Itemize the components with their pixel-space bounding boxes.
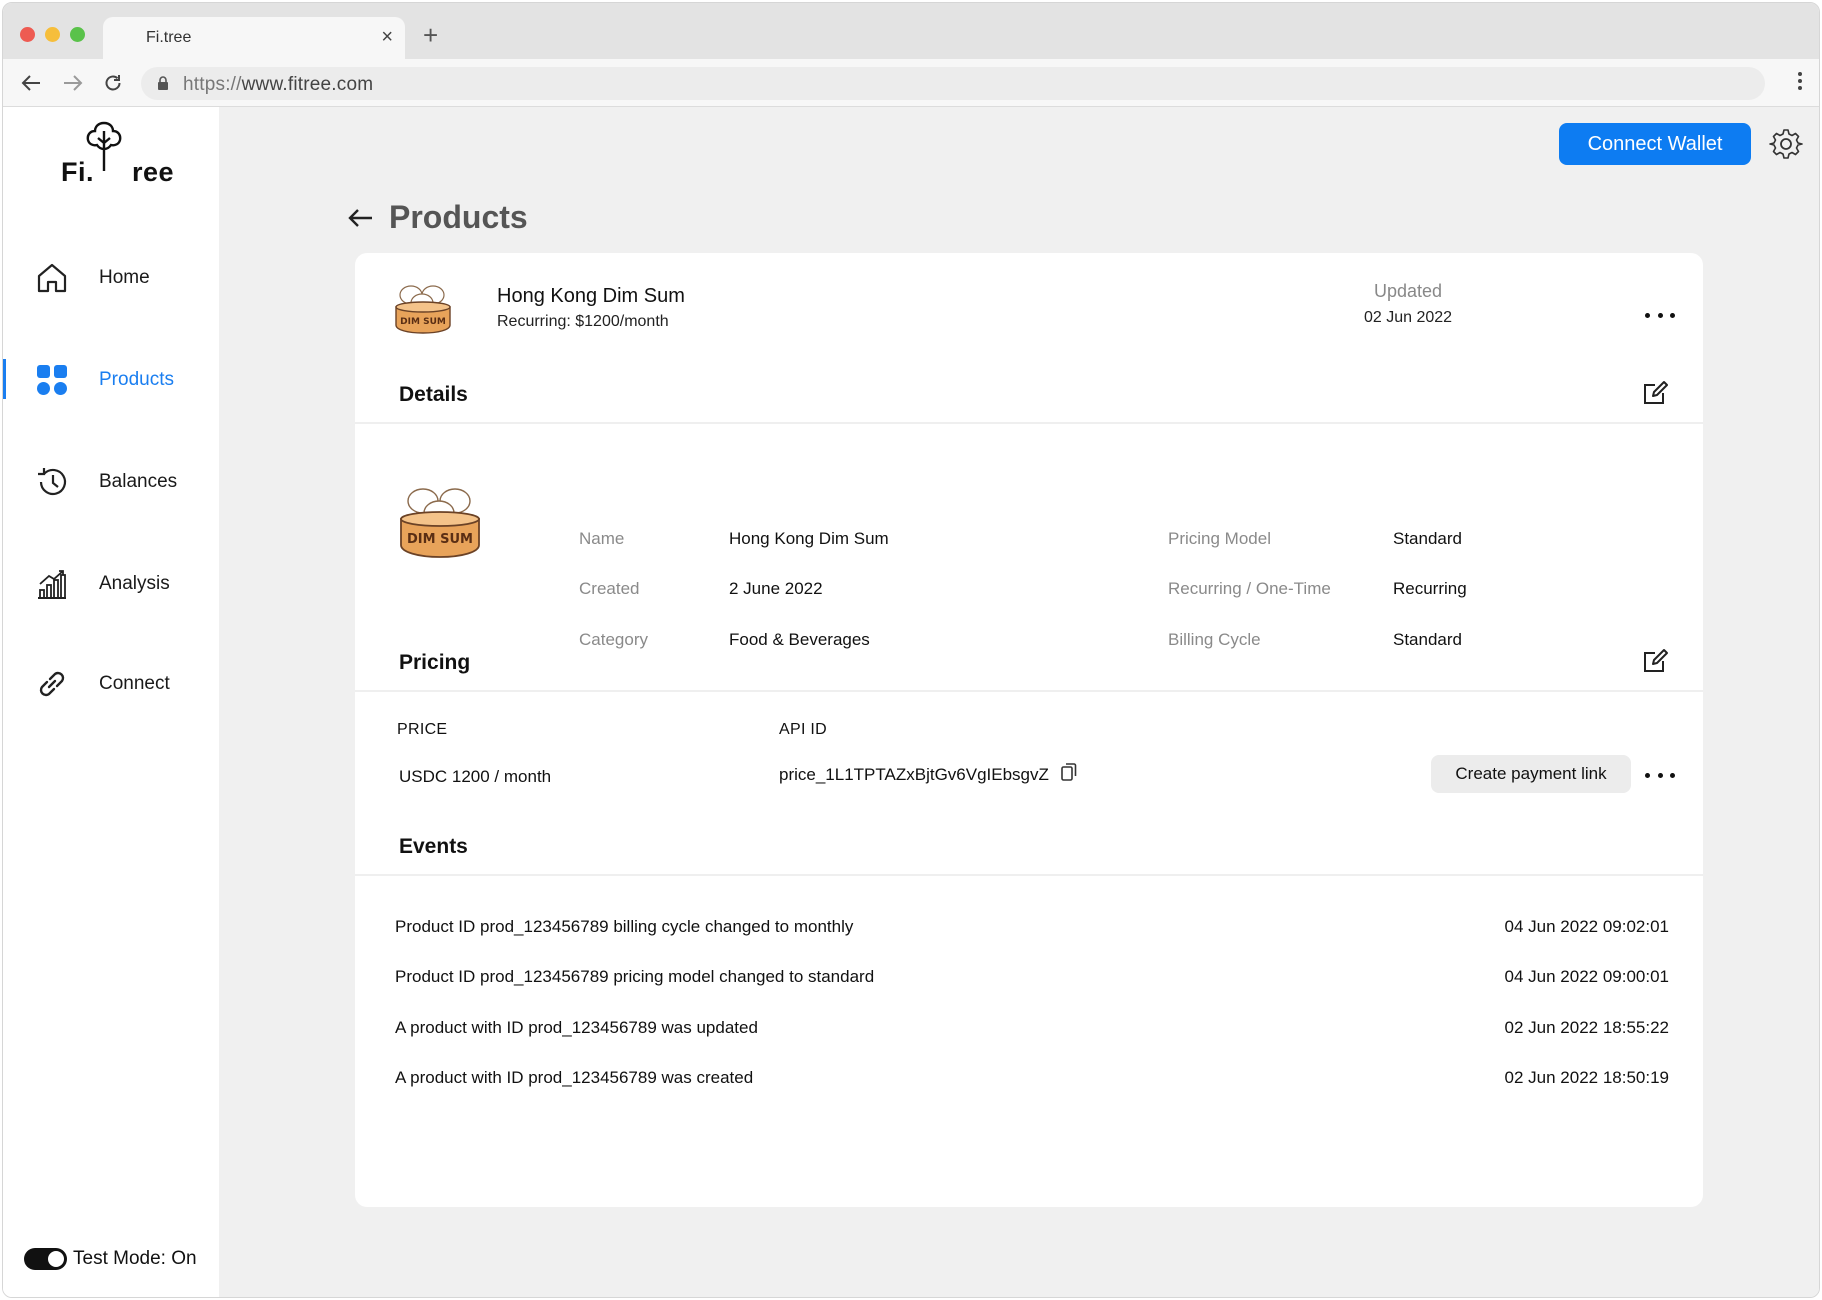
edit-details-icon[interactable] <box>1641 379 1669 407</box>
active-indicator <box>3 359 6 399</box>
sidebar-item-label: Products <box>99 369 174 390</box>
detail-value-pricing-model: Standard <box>1393 529 1462 548</box>
test-mode-label: Test Mode: On <box>73 1248 197 1269</box>
pricing-title: Pricing <box>399 651 471 674</box>
details-title: Details <box>399 383 468 406</box>
address-bar[interactable]: https://www.fitree.com <box>141 67 1765 100</box>
detail-label-category: Category <box>579 630 648 649</box>
event-text: A product with ID prod_123456789 was cre… <box>395 1068 754 1087</box>
edit-pricing-icon[interactable] <box>1641 647 1669 675</box>
events-title: Events <box>399 835 468 858</box>
new-tab-icon[interactable]: + <box>423 21 438 49</box>
forward-icon[interactable] <box>59 69 87 97</box>
copy-icon[interactable] <box>1059 761 1079 783</box>
minimize-window-button[interactable] <box>45 27 60 42</box>
sidebar-item-balances[interactable]: Balances <box>3 451 219 511</box>
svg-text:DIM SUM: DIM SUM <box>400 317 446 327</box>
close-window-button[interactable] <box>20 27 35 42</box>
bar-chart-icon <box>35 567 69 601</box>
product-card: DIM SUM Hong Kong Dim Sum Recurring: $12… <box>355 253 1703 1207</box>
browser-toolbar: https://www.fitree.com <box>3 59 1819 107</box>
create-payment-link-button[interactable]: Create payment link <box>1431 755 1631 793</box>
detail-label-pricing-model: Pricing Model <box>1168 529 1271 548</box>
reload-icon[interactable] <box>99 69 127 97</box>
event-text: A product with ID prod_123456789 was upd… <box>395 1018 758 1037</box>
history-icon <box>35 465 69 499</box>
event-time: 02 Jun 2022 18:50:19 <box>1504 1068 1669 1087</box>
sidebar-item-label: Connect <box>99 673 170 694</box>
product-name: Hong Kong Dim Sum <box>497 285 685 307</box>
url-text: https://www.fitree.com <box>183 74 374 95</box>
product-more-icon[interactable] <box>1645 305 1675 325</box>
sidebar-item-analysis[interactable]: Analysis <box>3 553 219 613</box>
grid-icon <box>35 363 69 397</box>
event-text: Product ID prod_123456789 billing cycle … <box>395 917 854 936</box>
price-more-icon[interactable] <box>1645 765 1675 785</box>
browser-menu-icon[interactable] <box>1797 71 1803 96</box>
event-time: 02 Jun 2022 18:55:22 <box>1504 1018 1669 1037</box>
detail-label-billing-cycle: Billing Cycle <box>1168 630 1261 649</box>
detail-value-name: Hong Kong Dim Sum <box>729 529 889 548</box>
detail-label-created: Created <box>579 579 640 598</box>
connect-wallet-button[interactable]: Connect Wallet <box>1559 123 1751 165</box>
back-icon[interactable] <box>17 69 45 97</box>
maximize-window-button[interactable] <box>70 27 85 42</box>
detail-label-recurring: Recurring / One-Time <box>1168 579 1331 598</box>
sidebar-item-label: Analysis <box>99 573 170 594</box>
event-text: Product ID prod_123456789 pricing model … <box>395 967 875 986</box>
api-id-value: price_1L1TPTAZxBjtGv6VgIEbsgvZ <box>779 765 1049 784</box>
tab-close-icon[interactable]: × <box>381 25 393 49</box>
browser-tab[interactable]: Fi.tree × <box>103 17 405 59</box>
sidebar-item-products[interactable]: Products <box>3 349 219 409</box>
tab-title: Fi.tree <box>146 29 192 46</box>
link-icon <box>35 667 69 701</box>
product-subtitle: Recurring: $1200/month <box>497 313 669 330</box>
price-column-header: PRICE <box>397 721 448 738</box>
sidebar-item-home[interactable]: Home <box>3 247 219 307</box>
app-area: Fi. ree Home Products Balances Analysis … <box>3 107 1819 1297</box>
browser-window: Fi.tree × + https://www.fitree.com Fi. r… <box>2 2 1820 1298</box>
updated-date: 02 Jun 2022 <box>1363 309 1453 326</box>
pricing-divider <box>355 690 1703 692</box>
detail-value-billing-cycle: Standard <box>1393 630 1462 649</box>
test-mode-toggle[interactable]: Test Mode: On <box>24 1247 197 1271</box>
sidebar-item-connect[interactable]: Connect <box>3 653 219 713</box>
sidebar-item-label: Home <box>99 267 150 288</box>
home-icon <box>35 261 69 295</box>
detail-value-category: Food & Beverages <box>729 630 870 649</box>
lock-icon <box>157 76 169 95</box>
product-thumbnail: DIM SUM <box>393 281 453 335</box>
back-arrow-icon[interactable] <box>347 207 373 234</box>
toggle-switch[interactable] <box>24 1248 67 1270</box>
event-time: 04 Jun 2022 09:02:01 <box>1504 917 1669 936</box>
detail-value-recurring: Recurring <box>1393 579 1467 598</box>
tab-strip: Fi.tree × + <box>3 3 1819 59</box>
svg-text:DIM SUM: DIM SUM <box>407 532 473 547</box>
gear-icon[interactable] <box>1769 127 1803 161</box>
updated-label: Updated <box>1373 281 1443 301</box>
api-id-column-header: API ID <box>779 721 828 738</box>
events-divider <box>355 874 1703 876</box>
detail-value-created: 2 June 2022 <box>729 579 823 598</box>
event-time: 04 Jun 2022 09:00:01 <box>1504 967 1669 986</box>
price-value: USDC 1200 / month <box>399 767 552 786</box>
logo-text: Fi. ree <box>61 157 175 187</box>
logo[interactable]: Fi. ree <box>61 119 181 189</box>
sidebar: Fi. ree Home Products Balances Analysis … <box>3 107 219 1297</box>
details-divider <box>355 422 1703 424</box>
sidebar-item-label: Balances <box>99 471 178 492</box>
page-title: Products <box>389 199 528 235</box>
detail-label-name: Name <box>579 529 625 548</box>
product-image: DIM SUM <box>397 483 483 559</box>
